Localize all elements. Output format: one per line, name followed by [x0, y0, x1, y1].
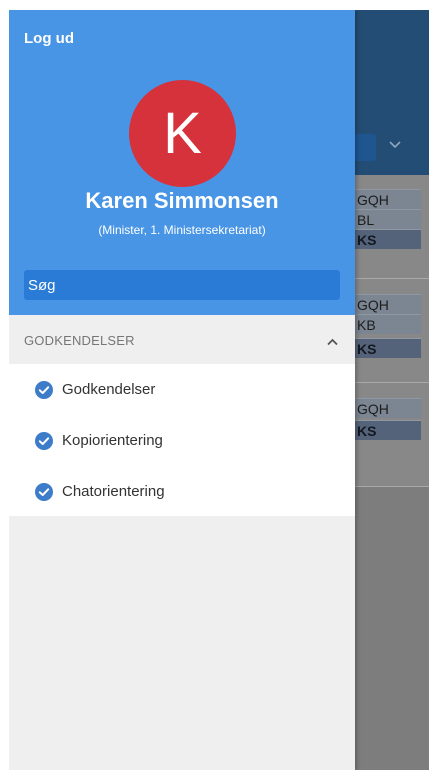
background-cell: KS	[355, 338, 421, 358]
background-cell: GQH	[355, 189, 421, 209]
user-name: Karen Simmonsen	[85, 188, 279, 213]
background-divider	[355, 382, 429, 383]
app-frame: GQH BL KS GQH KB KS GQH KS Log ud K Kare…	[9, 10, 429, 770]
background-divider	[355, 278, 429, 279]
logout-link[interactable]: Log ud	[24, 30, 74, 47]
background-divider	[355, 486, 429, 487]
chevron-down-icon	[389, 136, 401, 152]
menu-item-label: Godkendelser	[62, 381, 156, 398]
background-cell: KS	[355, 229, 421, 249]
check-circle-icon	[35, 432, 53, 450]
menu-item-kopiorientering[interactable]: Kopiorientering	[9, 415, 355, 466]
background-cell: GQH	[355, 398, 421, 418]
check-circle-icon	[35, 381, 53, 399]
menu-item-label: Chatorientering	[62, 483, 165, 500]
menu-item-chatorientering[interactable]: Chatorientering	[9, 466, 355, 517]
drawer-header: Log ud K Karen Simmonsen (Minister, 1. M…	[9, 10, 355, 315]
menu-list: Godkendelser Kopiorientering Chatoriente…	[9, 364, 355, 516]
background-cell: KS	[355, 420, 421, 440]
check-circle-icon	[35, 483, 53, 501]
background-cell: BL	[355, 209, 421, 229]
menu-item-godkendelser[interactable]: Godkendelser	[9, 364, 355, 415]
navigation-drawer: Log ud K Karen Simmonsen (Minister, 1. M…	[9, 10, 355, 770]
background-cell: GQH	[355, 294, 421, 314]
chevron-up-icon[interactable]	[327, 333, 338, 346]
menu-item-label: Kopiorientering	[62, 432, 163, 449]
section-header-godkendelser[interactable]: GODKENDELSER	[9, 315, 355, 364]
user-role: (Minister, 1. Ministersekretariat)	[98, 223, 266, 237]
section-title: GODKENDELSER	[24, 333, 135, 348]
background-cell: KB	[355, 314, 421, 334]
search-input[interactable]	[24, 270, 340, 300]
avatar: K	[129, 80, 236, 187]
